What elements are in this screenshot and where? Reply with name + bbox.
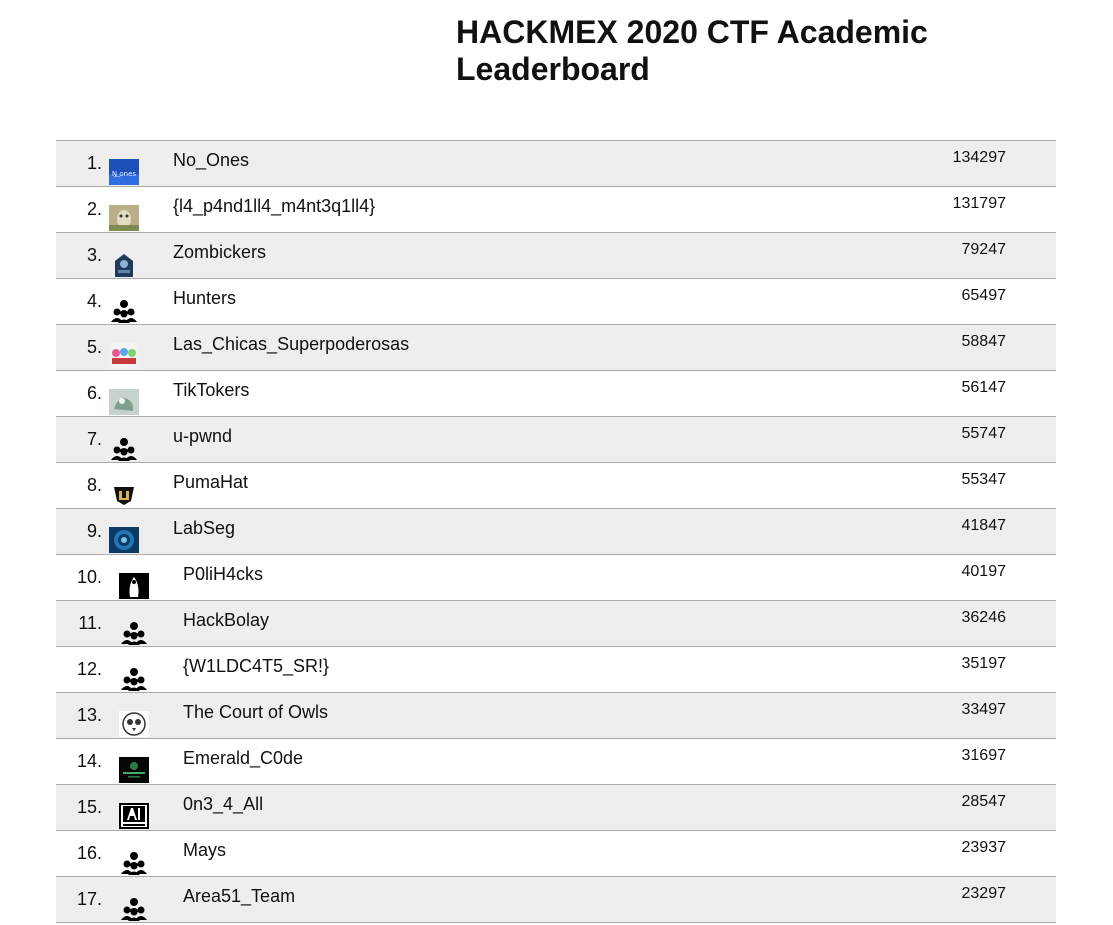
leaderboard-row: 9. LabSeg 41847 bbox=[56, 509, 1056, 555]
team-rank: 8. bbox=[86, 475, 102, 495]
team-name: P0liH4cks bbox=[183, 564, 264, 584]
team-rank: 13. bbox=[76, 705, 102, 725]
leaderboard-row: 13. The Court of Owls 33497 bbox=[56, 693, 1056, 739]
team-score: 134297 bbox=[952, 149, 1006, 166]
team-logo-icon bbox=[119, 573, 149, 599]
leaderboard-row: 3. Zombickers 79247 bbox=[56, 233, 1056, 279]
leaderboard-row: 7. u-pwnd 55747 bbox=[56, 417, 1056, 463]
team-rank: 1. bbox=[86, 153, 102, 173]
team-score: 131797 bbox=[952, 195, 1006, 212]
team-name: Hunters bbox=[173, 288, 237, 308]
team-group-icon bbox=[109, 297, 139, 323]
team-logo-icon bbox=[119, 757, 149, 783]
team-score: 31697 bbox=[961, 747, 1007, 764]
leaderboard-row: 12. {W1LDC4T5_SR!} 35197 bbox=[56, 647, 1056, 693]
team-name: HackBolay bbox=[183, 610, 270, 630]
team-score: 56147 bbox=[961, 379, 1007, 396]
leaderboard-row: 11. HackBolay 36246 bbox=[56, 601, 1056, 647]
team-rank: 11. bbox=[78, 613, 102, 633]
team-name: LabSeg bbox=[173, 518, 236, 538]
team-name: {W1LDC4T5_SR!} bbox=[183, 656, 330, 676]
team-group-icon bbox=[119, 895, 149, 921]
team-score: 41847 bbox=[961, 517, 1007, 534]
leaderboard-row: 17. Area51_Team 23297 bbox=[56, 877, 1056, 923]
team-score: 55747 bbox=[961, 425, 1007, 442]
leaderboard-row: 8. PumaHat 55347 bbox=[56, 463, 1056, 509]
team-rank: 3. bbox=[86, 245, 102, 265]
leaderboard-table: 1. N͟ ones No_Ones 134297 2. {l4_p4nd1ll… bbox=[56, 140, 1056, 923]
leaderboard-row: 16. Mays 23937 bbox=[56, 831, 1056, 877]
leaderboard-row: 10. P0liH4cks 40197 bbox=[56, 555, 1056, 601]
team-score: 55347 bbox=[961, 471, 1007, 488]
team-score: 40197 bbox=[961, 563, 1007, 580]
team-name: The Court of Owls bbox=[183, 702, 329, 722]
team-rank: 7. bbox=[86, 429, 102, 449]
team-score: 35197 bbox=[961, 655, 1007, 672]
leaderboard-row: 15. 0n3_4_All 28547 bbox=[56, 785, 1056, 831]
team-score: 23937 bbox=[961, 839, 1007, 856]
team-logo-icon bbox=[109, 251, 139, 277]
team-name: Mays bbox=[183, 840, 227, 860]
team-rank: 4. bbox=[86, 291, 102, 311]
leaderboard-row: 5. Las_Chicas_Superpoderosas 58847 bbox=[56, 325, 1056, 371]
leaderboard-row: 1. N͟ ones No_Ones 134297 bbox=[56, 141, 1056, 187]
leaderboard-row: 6. TikTokers 56147 bbox=[56, 371, 1056, 417]
team-name: Emerald_C0de bbox=[183, 748, 304, 768]
team-group-icon bbox=[119, 665, 149, 691]
team-rank: 15. bbox=[76, 797, 102, 817]
team-rank: 5. bbox=[86, 337, 102, 357]
team-name: Area51_Team bbox=[183, 886, 296, 906]
team-logo-icon bbox=[109, 205, 139, 231]
team-name: No_Ones bbox=[173, 150, 250, 170]
team-logo-icon bbox=[109, 389, 139, 415]
team-name: Zombickers bbox=[173, 242, 267, 262]
team-rank: 14. bbox=[76, 751, 102, 771]
leaderboard-page: HACKMEX 2020 CTF Academic Leaderboard 1.… bbox=[0, 0, 1113, 925]
team-score: 28547 bbox=[961, 793, 1007, 810]
team-group-icon bbox=[119, 619, 149, 645]
leaderboard-row: 2. {l4_p4nd1ll4_m4nt3q1ll4} 131797 bbox=[56, 187, 1056, 233]
team-logo-icon: N͟ ones bbox=[109, 159, 139, 185]
team-rank: 12. bbox=[76, 659, 102, 679]
team-score: 33497 bbox=[961, 701, 1007, 718]
team-score: 79247 bbox=[961, 241, 1007, 258]
team-rank: 2. bbox=[86, 199, 102, 219]
team-group-icon bbox=[109, 435, 139, 461]
team-rank: 16. bbox=[76, 843, 102, 863]
team-group-icon bbox=[119, 849, 149, 875]
page-title: HACKMEX 2020 CTF Academic Leaderboard bbox=[456, 14, 928, 87]
team-logo-icon bbox=[109, 481, 139, 507]
leaderboard-row: 14. Emerald_C0de 31697 bbox=[56, 739, 1056, 785]
team-score: 58847 bbox=[961, 333, 1007, 350]
team-rank: 10. bbox=[76, 567, 102, 587]
team-rank: 6. bbox=[86, 383, 102, 403]
team-name: 0n3_4_All bbox=[183, 794, 264, 814]
team-name: PumaHat bbox=[173, 472, 249, 492]
team-logo-icon bbox=[109, 527, 139, 553]
team-score: 36246 bbox=[961, 609, 1007, 626]
team-rank: 9. bbox=[86, 521, 102, 541]
team-name: u-pwnd bbox=[173, 426, 233, 446]
leaderboard-row: 4. Hunters 65497 bbox=[56, 279, 1056, 325]
team-name: {l4_p4nd1ll4_m4nt3q1ll4} bbox=[173, 196, 376, 216]
team-rank: 17. bbox=[76, 889, 102, 909]
team-score: 65497 bbox=[961, 287, 1007, 304]
team-score: 23297 bbox=[961, 885, 1007, 902]
team-logo-icon bbox=[119, 711, 149, 737]
team-name: Las_Chicas_Superpoderosas bbox=[173, 334, 410, 354]
svg-text:N͟ ones: N͟ ones bbox=[112, 170, 136, 178]
team-logo-icon bbox=[119, 803, 149, 829]
team-logo-icon bbox=[109, 343, 139, 369]
team-name: TikTokers bbox=[173, 380, 250, 400]
